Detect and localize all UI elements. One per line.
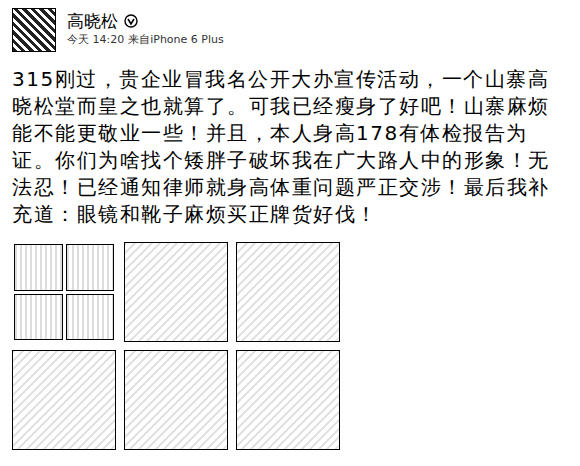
post-info: 今天 14:20来自iPhone 6 Plus (67, 32, 224, 48)
verified-badge-icon (124, 14, 138, 28)
post-image[interactable] (124, 242, 228, 342)
post-text: 315刚过，贵企业冒我名公开大办宣传活动，一个山寨高晓松堂而皇之也就算了。可我已… (12, 66, 566, 228)
collage-photo (66, 244, 115, 291)
post-image[interactable] (12, 350, 116, 450)
post-image[interactable] (236, 350, 340, 450)
post-image[interactable] (12, 242, 116, 342)
post-time[interactable]: 今天 14:20 (67, 32, 124, 48)
photo (237, 243, 339, 341)
photo (125, 243, 227, 341)
author-row: 高晓松 (67, 10, 224, 32)
avatar-photo[interactable] (12, 8, 56, 52)
collage-photo (14, 244, 63, 291)
image-grid (12, 242, 566, 450)
weibo-post: 高晓松今天 14:20来自iPhone 6 Plus 315刚过，贵企业冒我名公开… (0, 0, 580, 466)
collage-photo (14, 294, 63, 341)
collage-photo (66, 294, 115, 341)
post-image[interactable] (124, 350, 228, 450)
post-image[interactable] (236, 242, 340, 342)
photo (125, 351, 227, 449)
post-source: 来自iPhone 6 Plus (128, 32, 224, 48)
photo (237, 351, 339, 449)
post-meta: 高晓松今天 14:20来自iPhone 6 Plus (67, 8, 224, 48)
photo (13, 351, 115, 449)
post-header: 高晓松今天 14:20来自iPhone 6 Plus (12, 8, 566, 52)
author-name[interactable]: 高晓松 (67, 10, 118, 32)
